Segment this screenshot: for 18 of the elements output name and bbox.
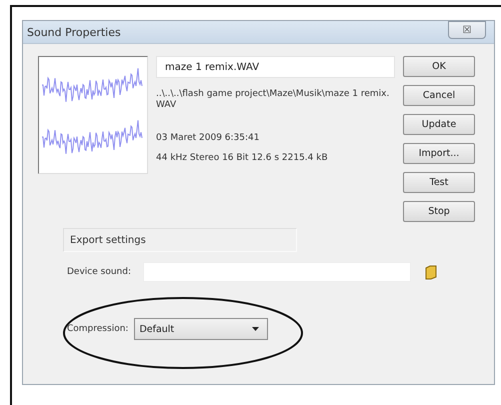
file-path: ..\..\..\flash game project\Maze\Musik\maze 1 remix.WAV (156, 89, 390, 111)
dialog-button[interactable]: Update (403, 114, 475, 135)
dialog-button[interactable]: Stop (403, 201, 475, 222)
dialog-button[interactable]: OK (403, 56, 475, 77)
sound-info: 44 kHz Stereo 16 Bit 12.6 s 2215.4 kB (156, 153, 329, 164)
close-button[interactable]: ☒ (448, 21, 486, 39)
dialog-button[interactable]: Test (403, 172, 475, 193)
dialog-button[interactable]: Import... (403, 143, 475, 164)
sound-name-field[interactable]: maze 1 remix.WAV (156, 56, 395, 78)
caret-icon (252, 327, 260, 331)
field-label: Device sound: (67, 267, 131, 277)
file-date: 03 Maret 2009 6:35:41 (156, 133, 260, 144)
window-title: Sound Properties (27, 26, 121, 38)
field-label: Compression: (67, 324, 128, 334)
folder-icon[interactable] (425, 264, 437, 280)
dialog-button[interactable]: Cancel (403, 85, 475, 106)
group-title: Export settings (63, 228, 297, 252)
compression-dropdown[interactable]: Default (134, 318, 268, 340)
